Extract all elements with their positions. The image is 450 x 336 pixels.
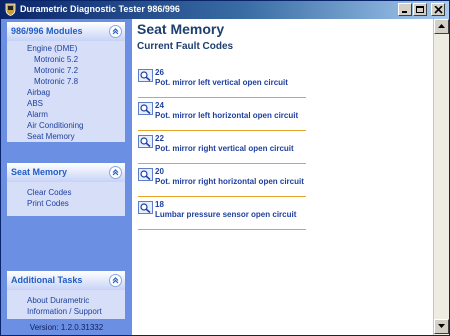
scroll-up-button[interactable]: [434, 19, 449, 34]
close-icon: [434, 6, 443, 14]
module-link-motronic-72[interactable]: Motronic 7.2: [7, 65, 125, 76]
seat-memory-panel: Seat Memory Clear Codes Print Codes: [7, 163, 125, 216]
fault-description: Lumbar pressure sensor open circuit: [155, 210, 297, 219]
app-window: Durametric Diagnostic Tester 986/996 986…: [0, 0, 450, 336]
fault-description: Pot. mirror left vertical open circuit: [155, 78, 288, 87]
minimize-icon: [402, 11, 407, 13]
clear-codes-link[interactable]: Clear Codes: [7, 187, 125, 198]
module-link-alarm[interactable]: Alarm: [7, 109, 125, 120]
fault-item[interactable]: 22 Pot. mirror right vertical open circu…: [138, 134, 306, 164]
task-sidebar: 986/996 Modules Engine (DME) Motronic 5.…: [1, 19, 132, 335]
seat-memory-panel-header[interactable]: Seat Memory: [7, 163, 125, 182]
vertical-scrollbar[interactable]: [433, 19, 449, 335]
print-codes-link[interactable]: Print Codes: [7, 198, 125, 209]
additional-tasks-panel-header[interactable]: Additional Tasks: [7, 271, 125, 290]
fault-code: 20: [155, 167, 164, 176]
fault-description: Pot. mirror right horizontal open circui…: [155, 177, 304, 186]
magnifier-icon: [138, 201, 153, 214]
close-button[interactable]: [431, 3, 445, 16]
fault-item[interactable]: 24 Pot. mirror left horizontal open circ…: [138, 101, 306, 131]
fault-description: Pot. mirror left horizontal open circuit: [155, 111, 299, 120]
module-link-motronic-52[interactable]: Motronic 5.2: [7, 54, 125, 65]
chevron-up-icon[interactable]: [109, 166, 122, 179]
minimize-button[interactable]: [398, 3, 412, 16]
magnifier-icon: [138, 135, 153, 148]
fault-item[interactable]: 18 Lumbar pressure sensor open circuit: [138, 200, 306, 230]
chevron-up-icon[interactable]: [109, 274, 122, 287]
fault-code: 24: [155, 101, 164, 110]
version-label: Version: 1.2.0.31332: [29, 323, 104, 332]
additional-tasks-panel: Additional Tasks About Durametric Inform…: [7, 271, 125, 319]
maximize-icon: [416, 6, 424, 13]
module-link-engine[interactable]: Engine (DME): [7, 43, 125, 54]
modules-panel-header[interactable]: 986/996 Modules: [7, 22, 125, 41]
fault-description: Pot. mirror right vertical open circuit: [155, 144, 294, 153]
magnifier-icon: [138, 168, 153, 181]
page-title: Seat Memory: [137, 21, 225, 37]
module-link-seat-memory[interactable]: Seat Memory: [7, 131, 125, 142]
modules-panel: 986/996 Modules Engine (DME) Motronic 5.…: [7, 22, 125, 142]
fault-item[interactable]: 20 Pot. mirror right horizontal open cir…: [138, 167, 306, 197]
scroll-down-button[interactable]: [434, 319, 449, 334]
about-link[interactable]: About Durametric: [7, 295, 125, 306]
modules-panel-title: 986/996 Modules: [11, 26, 83, 36]
chevron-up-icon[interactable]: [109, 25, 122, 38]
information-support-link[interactable]: Information / Support: [7, 306, 125, 317]
window-title: Durametric Diagnostic Tester 986/996: [20, 4, 180, 14]
fault-code: 18: [155, 200, 164, 209]
title-bar: Durametric Diagnostic Tester 986/996: [1, 1, 449, 19]
module-link-abs[interactable]: ABS: [7, 98, 125, 109]
section-title: Current Fault Codes: [137, 41, 234, 52]
fault-code: 26: [155, 68, 164, 77]
seat-memory-panel-title: Seat Memory: [11, 167, 68, 177]
fault-code: 22: [155, 134, 164, 143]
module-link-airbag[interactable]: Airbag: [7, 87, 125, 98]
module-link-air-conditioning[interactable]: Air Conditioning: [7, 120, 125, 131]
maximize-button[interactable]: [413, 3, 427, 16]
main-content: Seat Memory Current Fault Codes 26 Pot. …: [132, 19, 433, 335]
additional-tasks-panel-title: Additional Tasks: [11, 275, 83, 285]
magnifier-icon: [138, 102, 153, 115]
app-icon: [5, 3, 16, 16]
arrow-down-icon: [438, 324, 445, 328]
magnifier-icon: [138, 69, 153, 82]
module-link-motronic-78[interactable]: Motronic 7.8: [7, 76, 125, 87]
arrow-up-icon: [438, 24, 445, 28]
fault-item[interactable]: 26 Pot. mirror left vertical open circui…: [138, 68, 306, 98]
